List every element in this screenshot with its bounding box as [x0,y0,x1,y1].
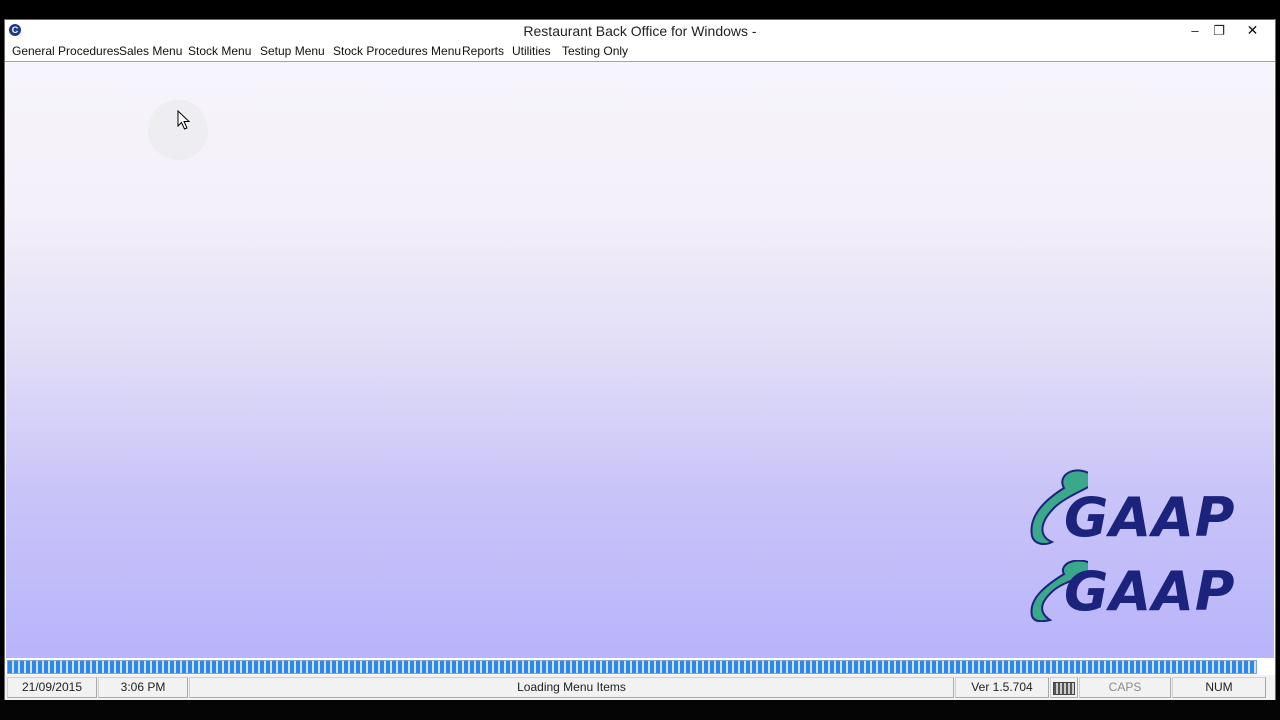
taskbar-edge [0,700,1280,720]
gaap-logo-text-secondary: GAAP [1064,560,1236,622]
window-title: Restaurant Back Office for Windows - [523,23,757,39]
keyboard-icon [1053,682,1075,695]
menu-stock[interactable]: Stock Menu [188,43,251,60]
menu-reports[interactable]: Reports [462,43,504,60]
status-time: 3:06 PM [98,677,188,698]
restore-icon: ❐ [1213,23,1225,38]
status-num: NUM [1172,677,1266,698]
app-window: C Restaurant Back Office for Windows - –… [5,20,1275,700]
mouse-pointer-icon [177,110,191,130]
menu-setup[interactable]: Setup Menu [260,43,325,60]
menu-sales[interactable]: Sales Menu [119,43,182,60]
status-version: Ver 1.5.704 [955,677,1049,698]
gaap-logo-text: GAAP [1064,486,1236,549]
menu-stock-procedures[interactable]: Stock Procedures Menu [333,43,461,60]
mdi-client-area[interactable]: GAAP GAAP [6,62,1274,658]
menu-utilities[interactable]: Utilities [512,43,551,60]
cursor-highlight [148,100,208,160]
close-button[interactable]: ✕ [1230,20,1275,41]
status-message: Loading Menu Items [189,677,954,698]
status-bar: 21/09/2015 3:06 PM Loading Menu Items Ve… [5,675,1275,700]
loading-progress-bar [7,660,1257,674]
status-date: 21/09/2015 [7,677,97,698]
status-keyboard [1050,677,1078,698]
gaap-logo-secondary: GAAP [1018,560,1268,622]
close-icon: ✕ [1246,22,1259,38]
menu-general-procedures[interactable]: General Procedures [12,43,119,60]
menu-testing-only[interactable]: Testing Only [562,43,628,60]
menu-bar: General Procedures Sales Menu Stock Menu… [5,43,1275,62]
status-caps: CAPS [1079,677,1171,698]
title-bar[interactable]: C Restaurant Back Office for Windows - –… [5,20,1275,43]
gaap-logo: GAAP [1018,464,1268,550]
minimize-icon: – [1191,23,1199,38]
